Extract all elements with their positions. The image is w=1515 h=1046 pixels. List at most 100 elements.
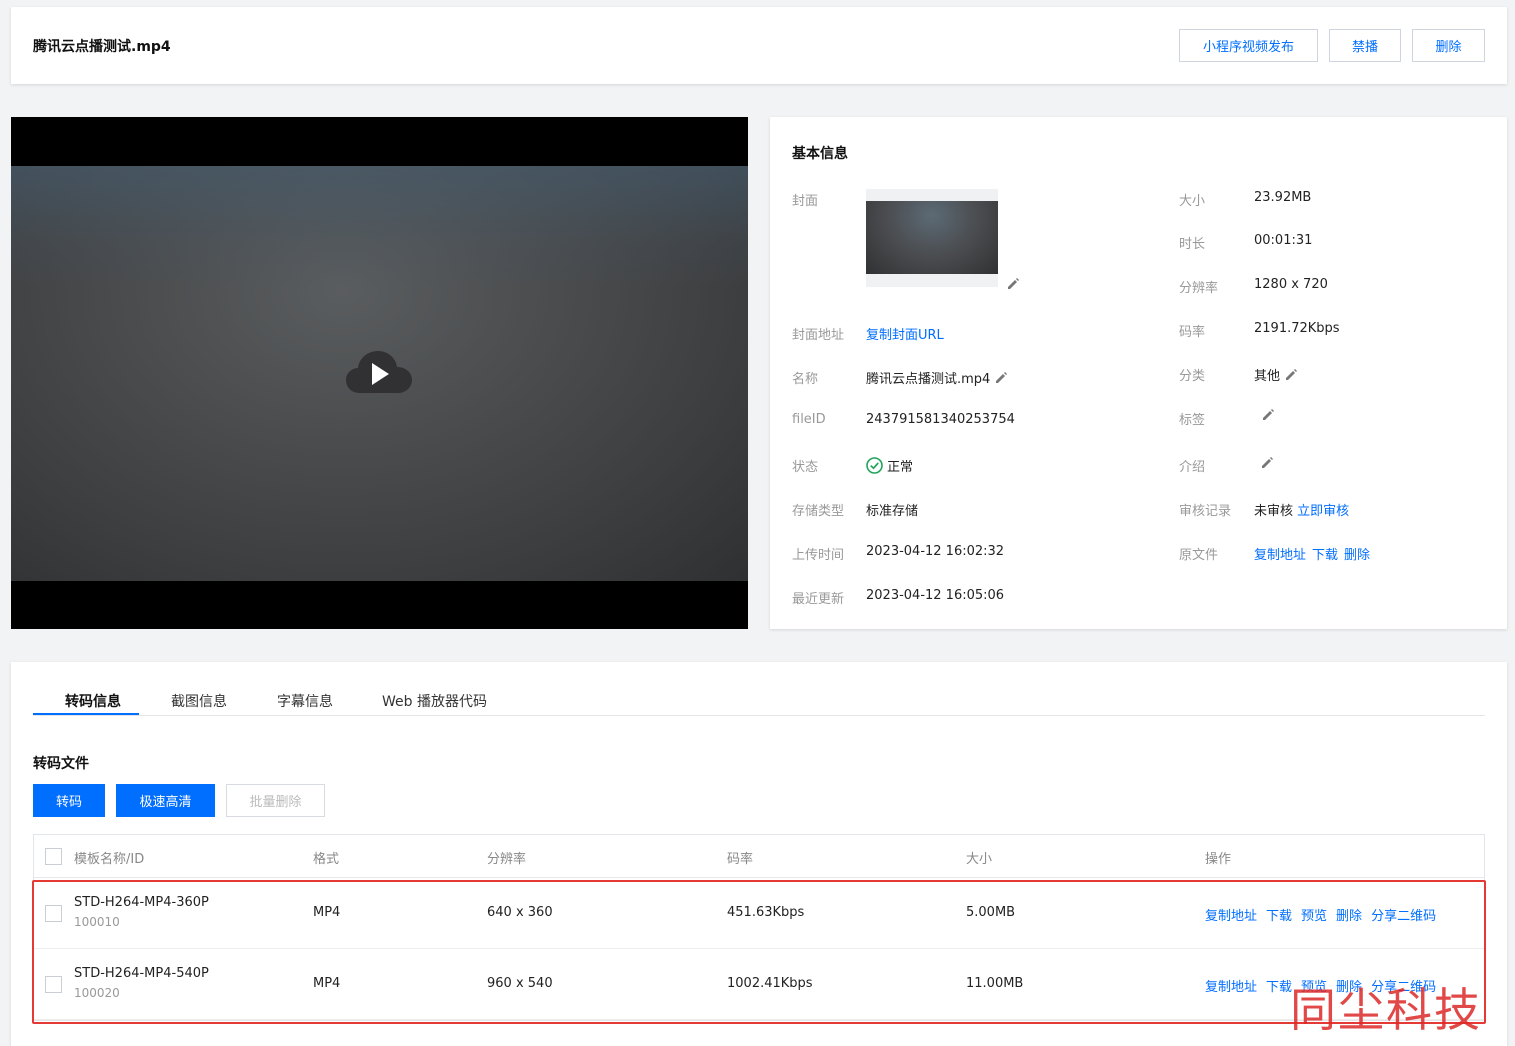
update-time-value: 2023-04-12 16:05:06 <box>866 588 1005 603</box>
detail-tabs-panel: 转码信息 截图信息 字幕信息 Web 播放器代码 转码文件 转码 极速高清 批量… <box>11 662 1507 1046</box>
size-value: 23.92MB <box>1254 190 1312 205</box>
page-header: 腾讯云点播测试.mp4 小程序视频发布 禁播 删除 <box>11 7 1507 84</box>
transcode-button[interactable]: 转码 <box>33 784 105 817</box>
fileid-value: 243791581340253754 <box>866 412 1015 427</box>
storage-label: 存储类型 <box>792 504 845 519</box>
select-all-checkbox[interactable] <box>45 848 62 865</box>
table-row: STD-H264-MP4-360P 100010 MP4 640 x 360 4… <box>34 878 1484 949</box>
row-actions: 复制地址 下载 预览 删除 分享二维码 <box>1205 905 1436 924</box>
row-checkbox[interactable] <box>45 905 62 922</box>
basic-info-panel: 基本信息 封面 封面地址 复制封面URL 名称 腾讯云点播测试.mp4 file… <box>770 117 1507 629</box>
source-file-label: 原文件 <box>1179 548 1219 563</box>
name-label: 名称 <box>792 372 819 387</box>
ban-button[interactable]: 禁播 <box>1329 29 1401 62</box>
source-copy-link[interactable]: 复制地址 <box>1254 544 1306 563</box>
edit-intro-icon[interactable] <box>1260 456 1274 470</box>
miniprogram-publish-button[interactable]: 小程序视频发布 <box>1179 29 1318 62</box>
col-actions: 操作 <box>1205 852 1232 867</box>
col-bitrate: 码率 <box>727 852 754 867</box>
tags-label: 标签 <box>1179 413 1206 428</box>
tesla-hd-button[interactable]: 极速高清 <box>116 784 215 817</box>
category-text: 其他 <box>1254 369 1281 384</box>
cover-image <box>866 201 998 274</box>
edit-cover-icon[interactable] <box>1006 277 1020 291</box>
col-resolution: 分辨率 <box>487 852 527 867</box>
tab-web-player[interactable]: Web 播放器代码 <box>382 691 487 711</box>
review-now-link[interactable]: 立即审核 <box>1297 504 1349 519</box>
upload-time-label: 上传时间 <box>792 548 845 563</box>
name-value: 腾讯云点播测试.mp4 <box>866 368 1008 387</box>
delete-link[interactable]: 删除 <box>1336 905 1362 924</box>
status-value: 正常 <box>866 456 913 475</box>
source-download-link[interactable]: 下载 <box>1312 544 1338 563</box>
format-cell: MP4 <box>313 976 341 991</box>
copy-address-link[interactable]: 复制地址 <box>1205 976 1257 995</box>
table-row: STD-H264-MP4-540P 100020 MP4 960 x 540 1… <box>34 949 1484 1020</box>
review-value: 未审核 立即审核 <box>1254 500 1349 519</box>
tab-snapshot[interactable]: 截图信息 <box>171 691 227 711</box>
video-player[interactable] <box>11 117 748 629</box>
tab-transcode[interactable]: 转码信息 <box>65 691 121 711</box>
bitrate-value: 2191.72Kbps <box>1254 321 1340 336</box>
edit-category-icon[interactable] <box>1284 368 1298 382</box>
edit-tags-icon[interactable] <box>1261 408 1275 422</box>
col-size: 大小 <box>966 852 993 867</box>
cover-label: 封面 <box>792 194 819 209</box>
size-label: 大小 <box>1179 194 1206 209</box>
duration-value: 00:01:31 <box>1254 233 1313 248</box>
batch-delete-button[interactable]: 批量删除 <box>226 784 325 817</box>
preview-link[interactable]: 预览 <box>1301 905 1327 924</box>
name-text: 腾讯云点播测试.mp4 <box>866 372 991 387</box>
download-link[interactable]: 下载 <box>1266 905 1292 924</box>
source-file-actions: 复制地址 下载 删除 <box>1254 544 1370 563</box>
review-label: 审核记录 <box>1179 504 1232 519</box>
table-header: 模板名称/ID 格式 分辨率 码率 大小 操作 <box>34 835 1484 878</box>
cover-thumbnail <box>866 189 998 287</box>
download-link[interactable]: 下载 <box>1266 976 1292 995</box>
review-status: 未审核 <box>1254 504 1294 519</box>
template-name: STD-H264-MP4-540P <box>74 966 209 981</box>
storage-value: 标准存储 <box>866 504 919 519</box>
copy-cover-url-link[interactable]: 复制封面URL <box>866 324 944 343</box>
resolution-label: 分辨率 <box>1179 281 1219 296</box>
bitrate-cell: 451.63Kbps <box>727 905 805 920</box>
transcode-table: 模板名称/ID 格式 分辨率 码率 大小 操作 STD-H264-MP4-360… <box>33 834 1485 1021</box>
category-value: 其他 <box>1254 365 1298 384</box>
page-title: 腾讯云点播测试.mp4 <box>33 39 171 55</box>
format-cell: MP4 <box>313 905 341 920</box>
check-circle-icon <box>866 457 883 474</box>
col-format: 格式 <box>313 852 340 867</box>
bitrate-label: 码率 <box>1179 325 1206 340</box>
tab-bar: 转码信息 截图信息 字幕信息 Web 播放器代码 <box>33 662 1485 716</box>
size-cell: 11.00MB <box>966 976 1024 991</box>
basic-info-title: 基本信息 <box>792 146 848 162</box>
resolution-value: 1280 x 720 <box>1254 277 1328 292</box>
active-tab-indicator <box>33 713 139 715</box>
update-time-label: 最近更新 <box>792 592 845 607</box>
status-label: 状态 <box>792 460 819 475</box>
bitrate-cell: 1002.41Kbps <box>727 976 813 991</box>
watermark-text: 同尘科技 <box>1290 983 1482 1037</box>
resolution-cell: 960 x 540 <box>487 976 553 991</box>
fileid-label: fileID <box>792 412 826 427</box>
col-template: 模板名称/ID <box>74 852 145 867</box>
upload-time-value: 2023-04-12 16:02:32 <box>866 544 1005 559</box>
duration-label: 时长 <box>1179 237 1206 252</box>
share-qrcode-link[interactable]: 分享二维码 <box>1371 905 1436 924</box>
template-id: 100010 <box>74 915 120 929</box>
category-label: 分类 <box>1179 369 1206 384</box>
template-name: STD-H264-MP4-360P <box>74 895 209 910</box>
size-cell: 5.00MB <box>966 905 1016 920</box>
row-checkbox[interactable] <box>45 976 62 993</box>
edit-name-icon[interactable] <box>994 371 1008 385</box>
intro-label: 介绍 <box>1179 460 1206 475</box>
source-delete-link[interactable]: 删除 <box>1344 544 1370 563</box>
delete-button[interactable]: 删除 <box>1412 29 1485 62</box>
copy-address-link[interactable]: 复制地址 <box>1205 905 1257 924</box>
resolution-cell: 640 x 360 <box>487 905 553 920</box>
play-icon[interactable] <box>346 349 412 395</box>
template-id: 100020 <box>74 986 120 1000</box>
cover-url-label: 封面地址 <box>792 328 845 343</box>
status-text: 正常 <box>887 460 914 475</box>
tab-subtitle[interactable]: 字幕信息 <box>277 691 333 711</box>
